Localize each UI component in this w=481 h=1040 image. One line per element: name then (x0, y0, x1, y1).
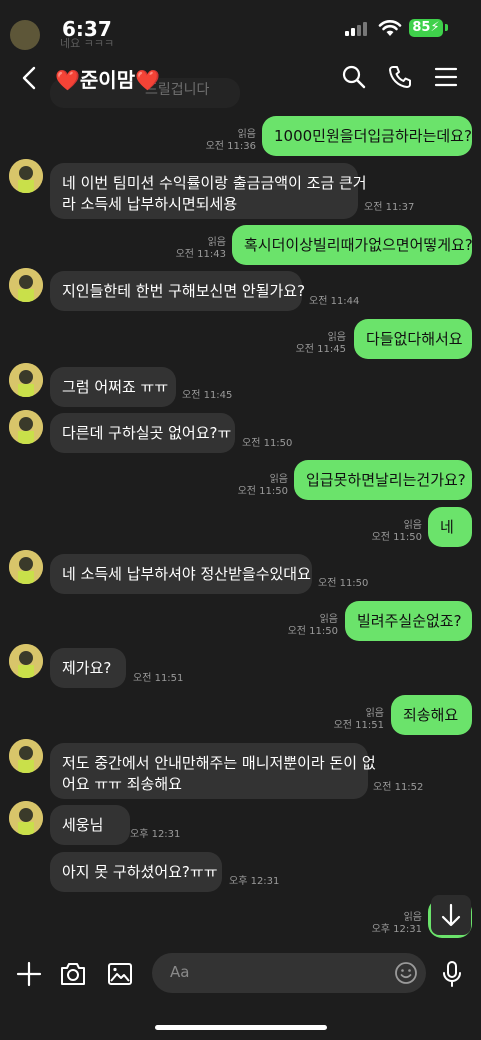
message-composer: Aa (0, 943, 481, 1040)
scroll-down-button[interactable] (431, 895, 471, 935)
incoming-bubble[interactable]: 세웅님 (50, 805, 130, 845)
message-meta: 읽음 오후 12:31 (366, 912, 422, 936)
avatar[interactable] (9, 159, 43, 193)
message-time: 오전 11:52 (373, 782, 424, 793)
message-time: 오전 11:36 (205, 141, 256, 152)
home-indicator (155, 1025, 327, 1030)
bubble-line: 저도 중간에서 안내만해주는 매니저뿐이라 돈이 없 (62, 754, 376, 772)
message-time: 오전 11:43 (175, 249, 226, 260)
battery-level: 85 (412, 20, 431, 35)
read-receipt: 읽음 (269, 474, 288, 485)
message-time: 오전 11:50 (237, 486, 288, 497)
incoming-bubble[interactable]: 네 소득세 납부하셔야 정산받을수있대요 (50, 554, 312, 594)
message-meta: 읽음 오전 11:43 (170, 237, 226, 261)
avatar (10, 20, 40, 50)
signal-icon (345, 22, 367, 36)
read-receipt: 읽음 (237, 129, 256, 140)
message-meta: 읽음 오전 11:50 (282, 614, 338, 638)
message-meta: 읽음 오전 11:50 (366, 520, 422, 544)
message-meta: 읽음 오전 11:50 (232, 474, 288, 498)
mic-icon[interactable] (441, 960, 463, 988)
message-time: 오전 11:45 (182, 390, 233, 401)
message-time: 오전 11:51 (333, 720, 384, 731)
outgoing-bubble[interactable]: 1000민원을더입금하라는데요? (262, 116, 472, 156)
message-input[interactable]: Aa (152, 953, 426, 993)
message-time: 오후 12:31 (229, 876, 280, 887)
avatar[interactable] (9, 550, 43, 584)
image-icon[interactable] (106, 961, 134, 987)
outgoing-bubble[interactable]: 혹시더이상빌리때가없으면어떻게요? (232, 225, 473, 265)
incoming-bubble[interactable]: 네 이번 팀미션 수익률이랑 출금금액이 조금 큰거라 소득세 납부하시면되세용 (50, 163, 367, 219)
message-time: 오전 11:37 (364, 202, 415, 213)
avatar-image (9, 739, 43, 773)
outgoing-bubble[interactable]: 빌려주실순없죠? (345, 601, 472, 641)
plus-icon[interactable] (16, 961, 42, 987)
read-receipt: 읽음 (403, 912, 422, 923)
battery-tip (445, 24, 448, 31)
message-meta: 읽음 오전 11:51 (328, 708, 384, 732)
incoming-bubble[interactable]: 저도 중간에서 안내만해주는 매니저뿐이라 돈이 없어요 ㅠㅠ 죄송해요 (50, 743, 376, 799)
message-meta: 읽음 오전 11:36 (200, 129, 256, 153)
avatar[interactable] (9, 363, 43, 397)
message-time: 오전 11:50 (318, 578, 369, 589)
wifi-icon (378, 20, 402, 36)
read-receipt: 읽음 (365, 708, 384, 719)
read-receipt: 읽음 (327, 332, 346, 343)
faded-text: 네요 ㅋㅋㅋ (60, 37, 115, 50)
outgoing-bubble[interactable]: 죄송해요 (391, 695, 472, 735)
message-input-placeholder: Aa (170, 963, 190, 981)
incoming-bubble[interactable]: 아지 못 구하셨어요?ㅠㅠ (50, 852, 222, 892)
bubble-line: 네 이번 팀미션 수익률이랑 출금금액이 조금 큰거 (62, 174, 367, 192)
read-receipt: 읽음 (403, 520, 422, 531)
message-time: 오전 11:50 (371, 532, 422, 543)
phone-icon[interactable] (387, 64, 413, 90)
incoming-bubble[interactable]: 다른데 구하실곳 없어요?ㅠ (50, 413, 235, 453)
avatar[interactable] (9, 268, 43, 302)
message-time: 오후 12:31 (371, 924, 422, 935)
back-icon[interactable] (18, 64, 42, 92)
avatar-image (9, 268, 43, 302)
message-time: 오전 11:51 (133, 673, 184, 684)
avatar[interactable] (9, 801, 43, 835)
search-icon[interactable] (341, 64, 367, 90)
avatar[interactable] (9, 644, 43, 678)
chat-title[interactable]: ❤️준이맘❤️ (55, 64, 160, 93)
menu-icon[interactable] (434, 64, 458, 90)
outgoing-bubble[interactable]: 네 (428, 507, 472, 547)
bubble-line: 어요 ㅠㅠ 죄송해요 (62, 775, 182, 793)
bubble-line: 라 소득세 납부하시면되세용 (62, 195, 238, 213)
message-time: 오전 11:44 (309, 296, 360, 307)
camera-icon[interactable] (59, 961, 87, 987)
battery-indicator: 85⚡ (409, 19, 443, 37)
avatar-image (9, 410, 43, 444)
message-meta: 읽음 오전 11:45 (290, 332, 346, 356)
read-receipt: 읽음 (207, 237, 226, 248)
chat-header: ❤️준이맘❤️ (0, 56, 481, 100)
message-time: 오전 11:50 (287, 626, 338, 637)
incoming-bubble[interactable]: 그럼 어쩌죠 ㅠㅠ (50, 367, 176, 407)
emoji-icon[interactable] (394, 961, 418, 985)
avatar[interactable] (9, 739, 43, 773)
message-time: 오전 11:50 (242, 438, 293, 449)
avatar-image (9, 550, 43, 584)
outgoing-bubble[interactable]: 다들없다해서요 (354, 319, 472, 359)
message-time: 오후 12:31 (130, 829, 181, 840)
avatar-image (9, 363, 43, 397)
read-receipt: 읽음 (319, 614, 338, 625)
incoming-bubble[interactable]: 제가요? (50, 648, 126, 688)
incoming-bubble[interactable]: 지인들한테 한번 구해보신면 안될가요? (50, 271, 305, 311)
message-time: 오전 11:45 (295, 344, 346, 355)
avatar[interactable] (9, 410, 43, 444)
avatar-image (9, 159, 43, 193)
scroll-down-icon (441, 903, 461, 927)
avatar-image (9, 801, 43, 835)
avatar-image (9, 644, 43, 678)
outgoing-bubble[interactable]: 입급못하면날리는건가요? (294, 460, 472, 500)
